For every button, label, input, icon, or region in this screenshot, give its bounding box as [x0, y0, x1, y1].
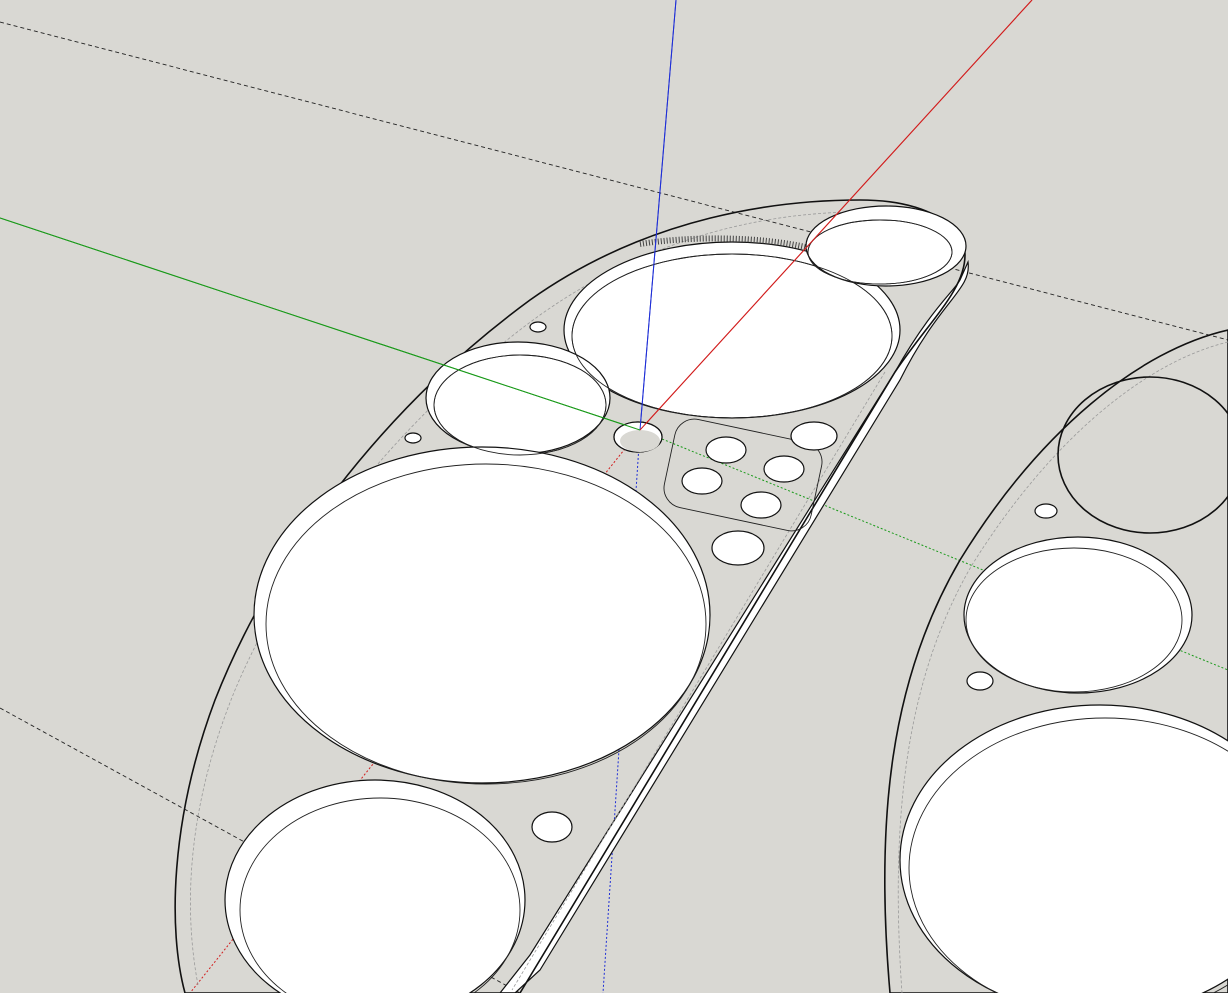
secondary-gauge-hole-top[interactable] — [1057, 376, 1228, 534]
gauge-hole-top-right-wall — [805, 205, 967, 287]
mount-hole-top[interactable] — [529, 321, 547, 333]
switch-hole-3[interactable] — [763, 455, 805, 483]
mount-hole-left[interactable] — [404, 432, 422, 444]
3d-scene[interactable] — [0, 0, 1228, 993]
gauge-bezel-secondary[interactable] — [883, 329, 1228, 993]
switch-hole-2[interactable] — [705, 436, 747, 464]
modeling-viewport[interactable] — [0, 0, 1228, 993]
mount-hole-bottom[interactable] — [531, 811, 573, 843]
gauge-hole-center-large-wall — [253, 446, 711, 784]
switch-hole-6[interactable] — [790, 421, 838, 451]
secondary-mount-hole-2[interactable] — [966, 671, 994, 691]
gauge-bezel-main[interactable] — [174, 199, 969, 993]
switch-hole-1-inner — [620, 430, 660, 452]
gauge-hole-bottom-wall — [224, 779, 526, 993]
gauge-hole-center-large[interactable] — [253, 446, 711, 785]
gauge-hole-top-right[interactable] — [805, 205, 967, 287]
switch-hole-4[interactable] — [681, 467, 723, 495]
secondary-gauge-hole-middle-wall — [963, 536, 1193, 694]
secondary-mount-hole-1[interactable] — [1034, 503, 1058, 519]
gauge-hole-middle-left[interactable] — [425, 341, 611, 456]
gauge-hole-bottom[interactable] — [224, 779, 526, 993]
secondary-gauge-hole-bottom-wall — [899, 704, 1228, 993]
switch-hole-7[interactable] — [711, 530, 765, 566]
switch-hole-5[interactable] — [740, 491, 782, 519]
